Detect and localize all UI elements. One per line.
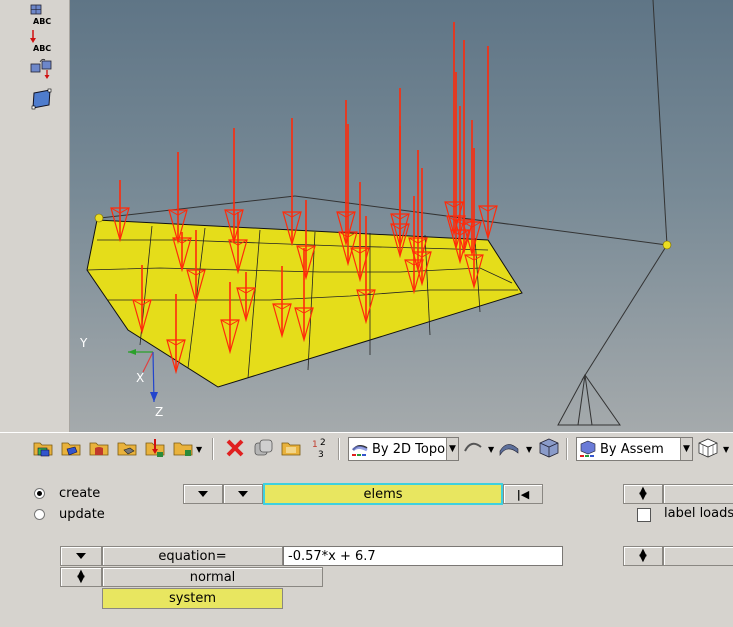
load-abc-icon[interactable]: ABC	[30, 30, 54, 52]
chevron-down-icon[interactable]: ▼	[526, 445, 532, 454]
mask-icon[interactable]	[252, 437, 274, 459]
app-window: ABC ABC Y X Z ▼ 1 2 3 By 2D Topo ▼ ▼ ▼ B…	[0, 0, 733, 627]
left-toolbar: ABC ABC	[0, 0, 70, 432]
surface-visibility-icon[interactable]	[498, 437, 520, 459]
open-model-icon[interactable]	[32, 437, 54, 459]
import-loads-icon[interactable]	[144, 437, 166, 459]
axis-label-z: Z	[155, 405, 163, 419]
system-collector[interactable]: system	[102, 588, 283, 609]
label-loads-toggle[interactable]: ▲ ▼	[623, 484, 663, 504]
secondary-toggle[interactable]: ▲ ▼	[623, 546, 663, 566]
delete-icon[interactable]	[224, 437, 246, 459]
svg-text:3: 3	[318, 450, 324, 459]
chevron-down-icon	[238, 491, 248, 497]
grid-abc-icon[interactable]: ABC	[30, 4, 54, 26]
main-toolbar: ▼ 12 3 By 2D Topo ▼ ▼ ▼ By Assem ▼ ▼	[0, 432, 733, 464]
chevron-down-icon[interactable]: ▼	[723, 445, 729, 454]
chevron-down-icon[interactable]: ▼	[196, 445, 202, 454]
equation-button[interactable]: equation=	[102, 546, 283, 566]
svg-text:1: 1	[312, 440, 318, 450]
renumber-icon[interactable]: 12 3	[310, 437, 332, 459]
solid-visibility-icon[interactable]	[538, 437, 560, 459]
label-loads-checkbox[interactable]	[637, 508, 651, 522]
node-point	[94, 213, 104, 223]
reset-icon: |◀	[516, 487, 530, 501]
equation-type-dropdown[interactable]	[60, 546, 102, 566]
assembly-color-dropdown[interactable]: By Assem ▼	[576, 437, 693, 461]
svg-text:2: 2	[320, 438, 326, 448]
axis-label-x: X	[136, 371, 144, 385]
open-assembly-icon[interactable]	[60, 437, 82, 459]
reset-selection-button[interactable]: |◀	[503, 484, 543, 504]
update-radio[interactable]: update	[34, 507, 105, 522]
label-loads-selector[interactable]	[663, 484, 733, 504]
elems-collector[interactable]: elems	[263, 483, 503, 505]
topology-display-dropdown[interactable]: By 2D Topo ▼	[348, 437, 459, 461]
selection-method-dropdown[interactable]	[223, 484, 263, 504]
svg-text:ABC: ABC	[33, 44, 51, 52]
up-down-icon: ▲ ▼	[639, 485, 647, 502]
import-geometry-icon[interactable]	[116, 437, 138, 459]
organize-icon[interactable]	[280, 437, 302, 459]
chevron-down-icon[interactable]: ▼	[680, 438, 692, 460]
export-icon[interactable]	[172, 437, 194, 459]
chevron-down-icon[interactable]: ▼	[446, 438, 458, 460]
up-down-icon: ▲ ▼	[639, 547, 647, 564]
chevron-down-icon	[198, 491, 208, 497]
toolbar-separator	[338, 438, 340, 460]
create-radio[interactable]: create	[34, 486, 100, 501]
load-panel: create update elems |◀ ▲ ▼ label loads eq…	[0, 464, 733, 627]
chevron-down-icon	[76, 553, 86, 559]
label-loads-label: label loads	[664, 506, 733, 521]
surface-select-icon[interactable]	[30, 88, 54, 110]
update-label: update	[59, 507, 105, 522]
toolbar-separator	[566, 438, 568, 460]
secondary-selector[interactable]	[663, 546, 733, 566]
axis-triad: Y X Z	[79, 336, 163, 419]
radio-indicator[interactable]	[34, 509, 45, 520]
up-down-icon: ▲ ▼	[77, 568, 85, 585]
entity-filter-dropdown[interactable]	[183, 484, 223, 504]
normal-direction-button[interactable]: normal	[102, 567, 323, 587]
direction-toggle[interactable]: ▲ ▼	[60, 567, 102, 587]
axis-label-y: Y	[79, 336, 88, 350]
mesh-style-icon[interactable]	[697, 437, 719, 459]
topology-icon	[351, 445, 368, 456]
graphics-viewport[interactable]: Y X Z	[70, 0, 733, 432]
create-label: create	[59, 486, 101, 501]
chevron-down-icon[interactable]: ▼	[488, 445, 494, 454]
svg-text:ABC: ABC	[33, 17, 51, 26]
equation-input[interactable]: -0.57*x + 6.7	[283, 546, 563, 566]
node-point	[662, 240, 672, 250]
open-solver-icon[interactable]	[88, 437, 110, 459]
transfer-icon[interactable]	[30, 58, 54, 80]
curve-visibility-icon[interactable]	[463, 437, 485, 459]
toolbar-separator	[212, 438, 214, 460]
radio-indicator[interactable]	[34, 488, 45, 499]
assembly-icon	[580, 440, 596, 457]
